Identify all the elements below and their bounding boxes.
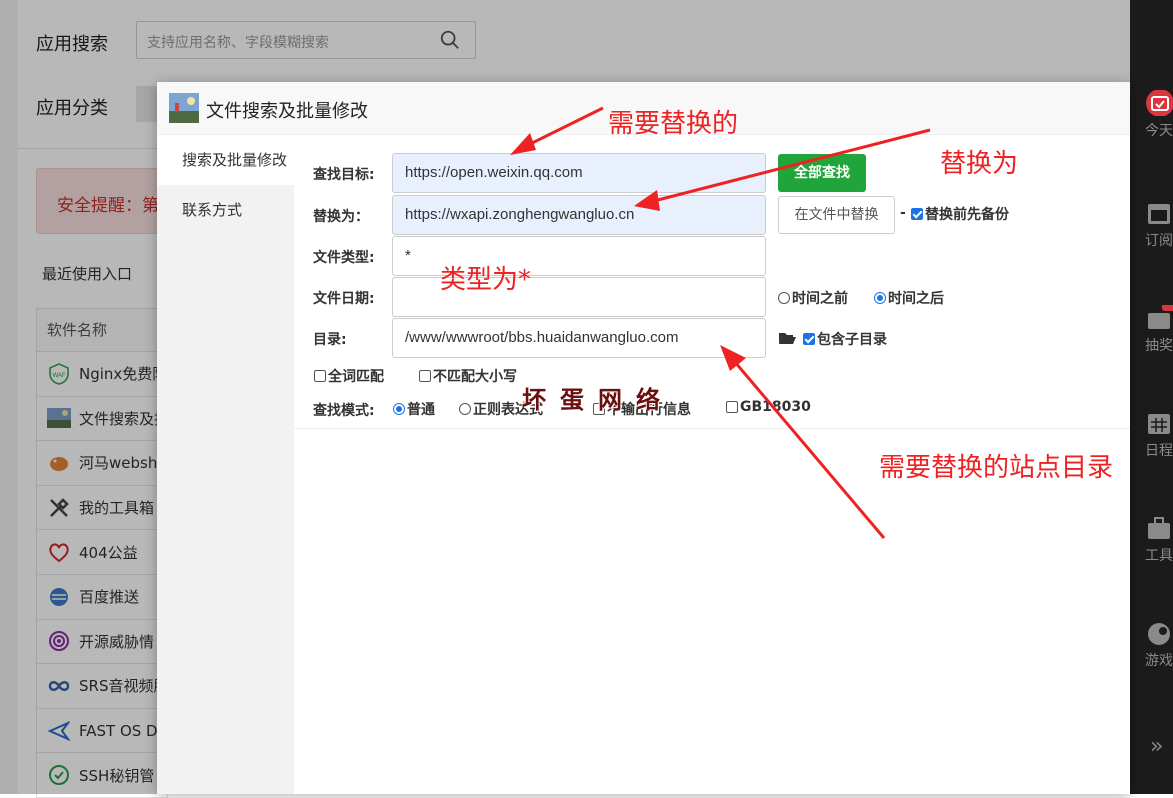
backup-checkbox[interactable]: 替换前先备份 [911,204,1009,224]
checkbox-icon[interactable] [419,370,431,382]
checkbox-checked-icon[interactable] [803,333,815,345]
modal-divider [294,428,1130,429]
sidebar-item-game[interactable]: 游戏 [1130,620,1173,670]
sidebar-label: 订阅 [1145,233,1173,249]
app-logo-icon [169,93,199,123]
modal-title: 文件搜索及批量修改 [206,101,368,122]
right-sidebar: 今天 订阅 抽奖 日程 工具 游戏 [1130,0,1173,794]
time-before-label: 时间之前 [792,291,848,307]
checkbox-checked-icon[interactable] [911,208,923,220]
expand-chevron-icon[interactable]: » [1150,734,1163,759]
game-icon [1148,623,1170,645]
sidebar-item-today[interactable]: 今天 [1130,90,1173,140]
time-before-radio[interactable]: 时间之前 [778,288,848,308]
find-all-button[interactable]: 全部查找 [778,154,866,192]
time-after-label: 时间之后 [888,291,944,307]
include-subdir-label: 包含子目录 [817,332,887,348]
dash-text: - [900,205,906,221]
tab-search-replace[interactable]: 搜索及批量修改 [157,135,294,185]
whole-word-checkbox[interactable]: 全词匹配 [314,366,384,386]
sidebar-item-subscribe[interactable]: 订阅 [1130,200,1173,250]
ignore-case-label: 不匹配大小写 [433,369,517,385]
lottery-icon [1148,305,1173,329]
gb18030-label: GB18030 [740,399,811,415]
file-type-label: 文件类型: [313,250,375,266]
radio-icon[interactable] [778,292,790,304]
annotation-replace-with: 替换为 [940,149,1019,179]
directory-input[interactable]: /www/wwwroot/bbs.huaidanwangluo.com [392,318,766,358]
mode-normal-label: 普通 [407,402,435,418]
checkbox-icon[interactable] [314,370,326,382]
replace-input[interactable]: https://wxapi.zonghengwangluo.cn [392,195,766,235]
radio-icon[interactable] [459,403,471,415]
sidebar-label: 游戏 [1145,653,1173,669]
whole-word-label: 全词匹配 [328,369,384,385]
calendar-icon [1148,204,1170,224]
mode-normal-radio[interactable]: 普通 [393,399,435,419]
checkbox-icon[interactable] [726,401,738,413]
calendar-check-icon [1146,90,1173,116]
sidebar-label: 今天 [1145,123,1173,139]
include-subdir-checkbox[interactable]: 包含子目录 [803,329,887,349]
gb18030-checkbox[interactable]: GB18030 [726,399,811,415]
file-date-label: 文件日期: [313,291,375,307]
find-target-input[interactable]: https://open.weixin.qq.com [392,153,766,193]
file-search-modal: 文件搜索及批量修改 搜索及批量修改 联系方式 查找目标: https://ope… [157,82,1130,794]
replace-label: 替换为： [313,209,369,225]
sidebar-item-lottery[interactable]: 抽奖 [1130,305,1173,355]
sidebar-item-tools[interactable]: 工具 [1130,515,1173,565]
watermark-text: 坏蛋网络 [522,385,674,414]
ignore-case-checkbox[interactable]: 不匹配大小写 [419,366,517,386]
annotation-site-dir: 需要替换的站点目录 [879,453,1114,483]
sidebar-label: 抽奖 [1145,338,1173,354]
sidebar-label: 日程 [1145,443,1173,459]
annotation-need-replace: 需要替换的 [608,109,739,139]
sidebar-item-schedule[interactable]: 日程 [1130,410,1173,460]
annotation-type-is: 类型为* [440,265,532,295]
find-target-label: 查找目标: [313,167,375,183]
tab-contact[interactable]: 联系方式 [157,185,294,235]
modal-sidebar: 搜索及批量修改 联系方式 [157,135,294,794]
schedule-icon [1148,414,1170,434]
toolbox-icon [1148,517,1170,539]
radio-selected-icon[interactable] [393,403,405,415]
time-after-radio[interactable]: 时间之后 [874,288,944,308]
search-mode-label: 查找模式: [313,403,375,419]
directory-label: 目录: [313,332,347,348]
replace-in-file-button[interactable]: 在文件中替换 [778,196,895,234]
backup-label: 替换前先备份 [925,207,1009,223]
folder-open-icon[interactable] [778,331,796,345]
radio-selected-icon[interactable] [874,292,886,304]
sidebar-label: 工具 [1145,548,1173,564]
